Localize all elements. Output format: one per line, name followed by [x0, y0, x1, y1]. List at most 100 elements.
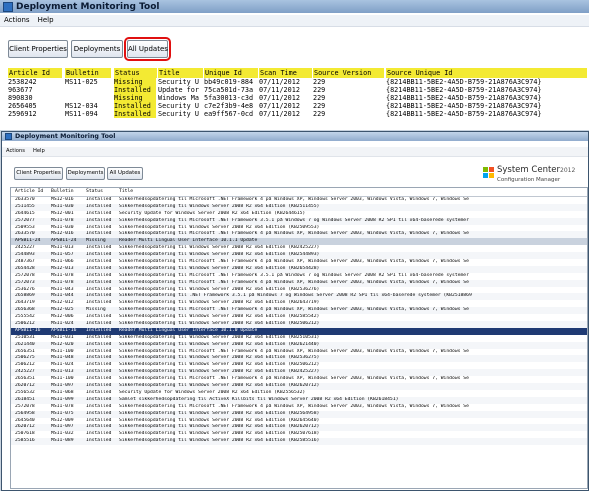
table-cell: 229	[313, 102, 326, 110]
table-row[interactable]: 2644615 MS12-001 Installed Security Update …	[11, 211, 587, 218]
table-row[interactable]: 2564958 MS11-075 Installed Sikkerhedsopdate…	[11, 410, 587, 418]
menu-help[interactable]: Help	[34, 15, 58, 26]
table-cell: 2425227	[15, 245, 35, 251]
table-row[interactable]: 2643719 MS12-012 Installed Sikkerhedsopdate…	[11, 300, 587, 307]
table-row[interactable]: 2487367 MS11-066 Installed Sikkerhedsopdate…	[11, 259, 587, 266]
table-row[interactable]: APSB11-24 APSB11-24 Missing Reader Multi Li…	[11, 238, 587, 246]
table-cell: Installed	[86, 197, 112, 202]
table-cell: MS11-057	[51, 252, 74, 258]
column-header[interactable]: Source Version	[313, 68, 384, 78]
table-cell: MS12-006	[51, 314, 74, 320]
table-row[interactable]: 2596912 MS11-094 Installed Security U ea9ff5…	[8, 110, 588, 118]
column-header[interactable]: Bulletin	[51, 188, 85, 196]
column-header[interactable]: Status	[114, 68, 157, 78]
table-row[interactable]: 2572073 MS11-078 Installed Sikkerhedsopdate…	[11, 279, 587, 287]
client-properties-button[interactable]: Client Properties	[8, 40, 68, 58]
column-header[interactable]: Scan Time	[259, 68, 312, 78]
table-row[interactable]: 2506212 MS11-024 Installed Sikkerhedsopdate…	[11, 321, 587, 328]
column-header[interactable]: Status	[86, 188, 118, 196]
top-window-title: Deployment Monitoring Tool	[16, 1, 160, 12]
table-cell: MS11-032	[51, 431, 74, 437]
table-cell: Installed	[86, 403, 112, 409]
top-window-titlebar[interactable]: Deployment Monitoring Tool	[0, 0, 589, 13]
table-row[interactable]: 2633570 MS12-016 Installed Sikkerhedsopdate…	[11, 197, 587, 204]
menu-help[interactable]: Help	[29, 147, 49, 156]
table-cell: Installed	[86, 259, 112, 265]
table-cell: 2621440	[15, 341, 35, 347]
table-cell: Reader Multi Lingual User Interface 10.1…	[119, 327, 258, 333]
table-cell: 229	[313, 110, 326, 118]
table-row[interactable]: 2656368 MS12-025 Missing Sikkerhedsopdateri…	[11, 307, 587, 315]
table-cell: c7e2f3b9-4e8	[204, 102, 254, 110]
table-row[interactable]: 2510531 MS11-031 Installed Sikkerhedsopdate…	[11, 335, 587, 342]
table-row[interactable]: 2654428 MS12-013 Installed Sikkerhedsopdate…	[11, 265, 587, 273]
table-row[interactable]: 2425227 MS11-013 Installed Sikkerhedsopdate…	[11, 369, 587, 377]
table-row[interactable]: 2506275 MS11-048 Installed Sikkerhedsopdate…	[11, 355, 587, 363]
table-cell: Installed	[86, 314, 112, 320]
table-cell: MS11-094	[65, 110, 98, 118]
table-cell: Sikkerhedsopdatering til Windows Server …	[119, 431, 320, 437]
client-properties-button[interactable]: Client Properties	[14, 167, 63, 180]
table-row[interactable]: 2555542 MS12-006 Installed Sikkerhedsopdate…	[11, 314, 587, 321]
table-row[interactable]: 2572078 MS11-078 Installed Sikkerhedsopdate…	[11, 273, 587, 280]
table-row[interactable]: 2620712 MS11-097 Installed Sikkerhedsopdate…	[11, 424, 587, 432]
column-header[interactable]: Title	[158, 68, 203, 78]
table-row[interactable]: 2538242 MS11-025 Missing Security U bb49c019…	[8, 78, 588, 86]
column-header[interactable]: Article Id	[8, 68, 62, 78]
table-row[interactable]: 2656351 MS11-100 Installed Sikkerhedsopdate…	[11, 349, 587, 356]
table-cell: Installed	[86, 396, 112, 402]
table-cell: Sikkerhedsopdatering til Microsoft .NET …	[119, 348, 469, 354]
table-cell: Installed	[86, 272, 112, 278]
table-cell: Sikkerhedsopdatering til Windows Server …	[119, 265, 320, 271]
table-cell: Sikkerhedsopdatering til Windows Server …	[119, 410, 320, 416]
deployments-button[interactable]: Deployments	[71, 40, 123, 58]
table-row[interactable]: 2585516 MS11-089 Installed Sikkerhedsopdate…	[11, 438, 587, 446]
table-cell: MS11-078	[51, 217, 74, 223]
table-cell: Installed	[86, 424, 112, 430]
table-cell: Sikkerhedsopdatering til .NET Framework …	[119, 293, 472, 299]
column-header[interactable]: Bulletin	[65, 68, 111, 78]
column-header[interactable]: Source Unique Id	[386, 68, 587, 78]
table-cell: MS12-016	[51, 231, 74, 237]
table-row[interactable]: 2507618 MS11-032 Installed Sikkerhedsopdate…	[11, 431, 587, 438]
table-row[interactable]: 963677 Installed Update for 75ca501d-73a 07/…	[8, 86, 588, 94]
menu-actions[interactable]: Actions	[0, 15, 34, 26]
table-cell: 2487367	[15, 259, 35, 265]
table-cell: MS12-016	[51, 197, 74, 202]
table-row[interactable]: 2572077 MS11-078 Installed Sikkerhedsopdate…	[11, 217, 587, 225]
bottom-window-titlebar[interactable]: Deployment Monitoring Tool	[2, 132, 588, 141]
table-row[interactable]: 2633570 MS12-016 Installed Sikkerhedsopdate…	[11, 231, 587, 239]
table-cell: Installed	[86, 417, 112, 423]
menu-actions[interactable]: Actions	[2, 147, 29, 156]
table-row[interactable]: 2544893 MS11-057 Installed Sikkerhedsopdate…	[11, 252, 587, 260]
table-row[interactable]: 2572078 MS11-078 Installed Sikkerhedsopdate…	[11, 404, 587, 411]
column-header[interactable]: Title	[119, 188, 587, 196]
table-cell: MS11-078	[51, 272, 74, 278]
table-row[interactable]: 2511455 MS11-030 Installed Sikkerhedsopdate…	[11, 203, 587, 211]
table-row[interactable]: 2425227 MS11-013 Installed Sikkerhedsopdate…	[11, 245, 587, 252]
table-row[interactable]: 2506212 MS11-024 Installed Sikkerhedsopdate…	[11, 362, 587, 369]
column-header[interactable]: Unique Id	[204, 68, 258, 78]
all-updates-button[interactable]: All Updates	[124, 37, 171, 61]
table-cell: Installed	[86, 327, 112, 333]
table-row[interactable]: 2658869 MS11-044 Installed Sikkerhedsopdate…	[11, 293, 587, 301]
table-row[interactable]: 2618451 MS11-099 Installed Samlet sikkerhed…	[11, 396, 587, 404]
table-row[interactable]: 2556532 MS11-068 Installed Security Update …	[11, 390, 587, 397]
table-cell: 2572077	[15, 217, 35, 223]
column-header[interactable]: Article Id	[15, 188, 49, 196]
table-row[interactable]: APSB11-16 APSB11-16 Installed Reader Multi …	[11, 327, 587, 335]
table-row[interactable]: 2656405 MS12-034 Installed Security U c7e2f3…	[8, 102, 588, 110]
table-cell: 07/11/2012	[259, 78, 300, 86]
table-row[interactable]: 890830 Missing Windows Ma 5fa30013-c3d 07/11…	[8, 94, 588, 102]
table-row[interactable]: 2645640 MS12-009 Installed Sikkerhedsopdate…	[11, 418, 587, 425]
all-updates-button[interactable]: All Updates	[107, 167, 143, 180]
table-row[interactable]: 2509553 MS11-030 Installed Sikkerhedsopdate…	[11, 225, 587, 232]
table-row[interactable]: 2621440 MS12-020 Installed Sikkerhedsopdate…	[11, 341, 587, 349]
table-row[interactable]: 2536276 MS11-043 Installed Sikkerhedsopdate…	[11, 287, 587, 294]
deployments-button[interactable]: Deployments	[66, 167, 105, 180]
table-cell: Installed	[86, 334, 112, 340]
table-cell: 2555542	[15, 314, 35, 320]
table-cell: APSB11-24	[51, 238, 77, 244]
table-row[interactable]: 2620712 MS11-097 Installed Sikkerhedsopdate…	[11, 383, 587, 390]
table-row[interactable]: 2656351 MS11-100 Installed Sikkerhedsopdate…	[11, 376, 587, 383]
